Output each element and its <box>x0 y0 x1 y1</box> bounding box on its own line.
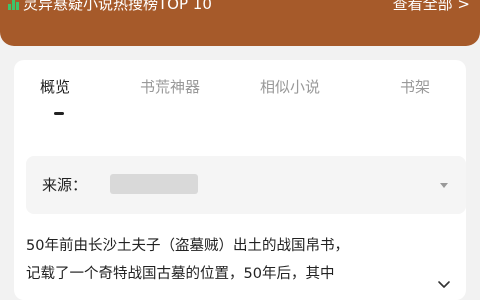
active-tab-indicator <box>54 112 64 115</box>
book-description: 50年前由长沙土夫子（盗墓贼）出土的战国帛书， 记载了一个奇特战国古墓的位置，5… <box>26 232 430 288</box>
tab-similar-novels[interactable]: 相似小说 <box>260 76 320 97</box>
description-line: 50年前由长沙土夫子（盗墓贼）出土的战国帛书， <box>26 238 349 254</box>
source-label: 来源： <box>42 176 88 194</box>
view-all-link[interactable]: 查看全部 > <box>393 0 470 16</box>
ranking-title-text: 灵异悬疑小说热搜榜TOP 10 <box>23 0 212 13</box>
source-value-redacted <box>110 174 198 194</box>
source-select[interactable]: 来源： <box>26 156 466 214</box>
expand-chevron-icon[interactable] <box>436 276 452 292</box>
tab-bookshelf[interactable]: 书架 <box>400 76 430 97</box>
tab-bar: 概览 书荒神器 相似小说 书架 <box>14 60 466 116</box>
tab-book-finder[interactable]: 书荒神器 <box>140 76 200 97</box>
content-card: 概览 书荒神器 相似小说 书架 来源： 50年前由长沙土夫子（盗墓贼）出土的战国… <box>14 60 466 300</box>
tab-overview[interactable]: 概览 <box>40 76 70 97</box>
ranking-title[interactable]: 灵异悬疑小说热搜榜TOP 10 <box>8 0 212 16</box>
description-line: 记载了一个奇特战国古墓的位置，50年后，其中 <box>26 266 335 282</box>
bar-chart-icon <box>8 0 19 10</box>
top-banner[interactable]: 灵异悬疑小说热搜榜TOP 10 查看全部 > <box>0 0 480 46</box>
chevron-down-icon <box>440 183 448 188</box>
